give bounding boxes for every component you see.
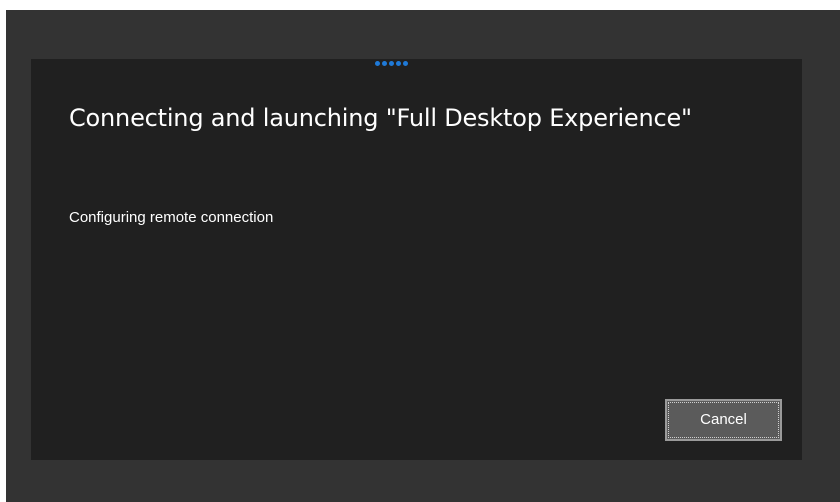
progress-dot [382,61,387,66]
status-message: Configuring remote connection [69,209,274,226]
app-window: Connecting and launching "Full Desktop E… [6,10,840,502]
progress-dot [389,61,394,66]
progress-dot [375,61,380,66]
connection-dialog: Connecting and launching "Full Desktop E… [31,59,802,460]
cancel-button[interactable]: Cancel [665,399,782,441]
dialog-title: Connecting and launching "Full Desktop E… [69,104,692,132]
cancel-button-label: Cancel [700,411,747,428]
progress-indicator [375,61,408,67]
progress-dot [403,61,408,66]
progress-dot [396,61,401,66]
